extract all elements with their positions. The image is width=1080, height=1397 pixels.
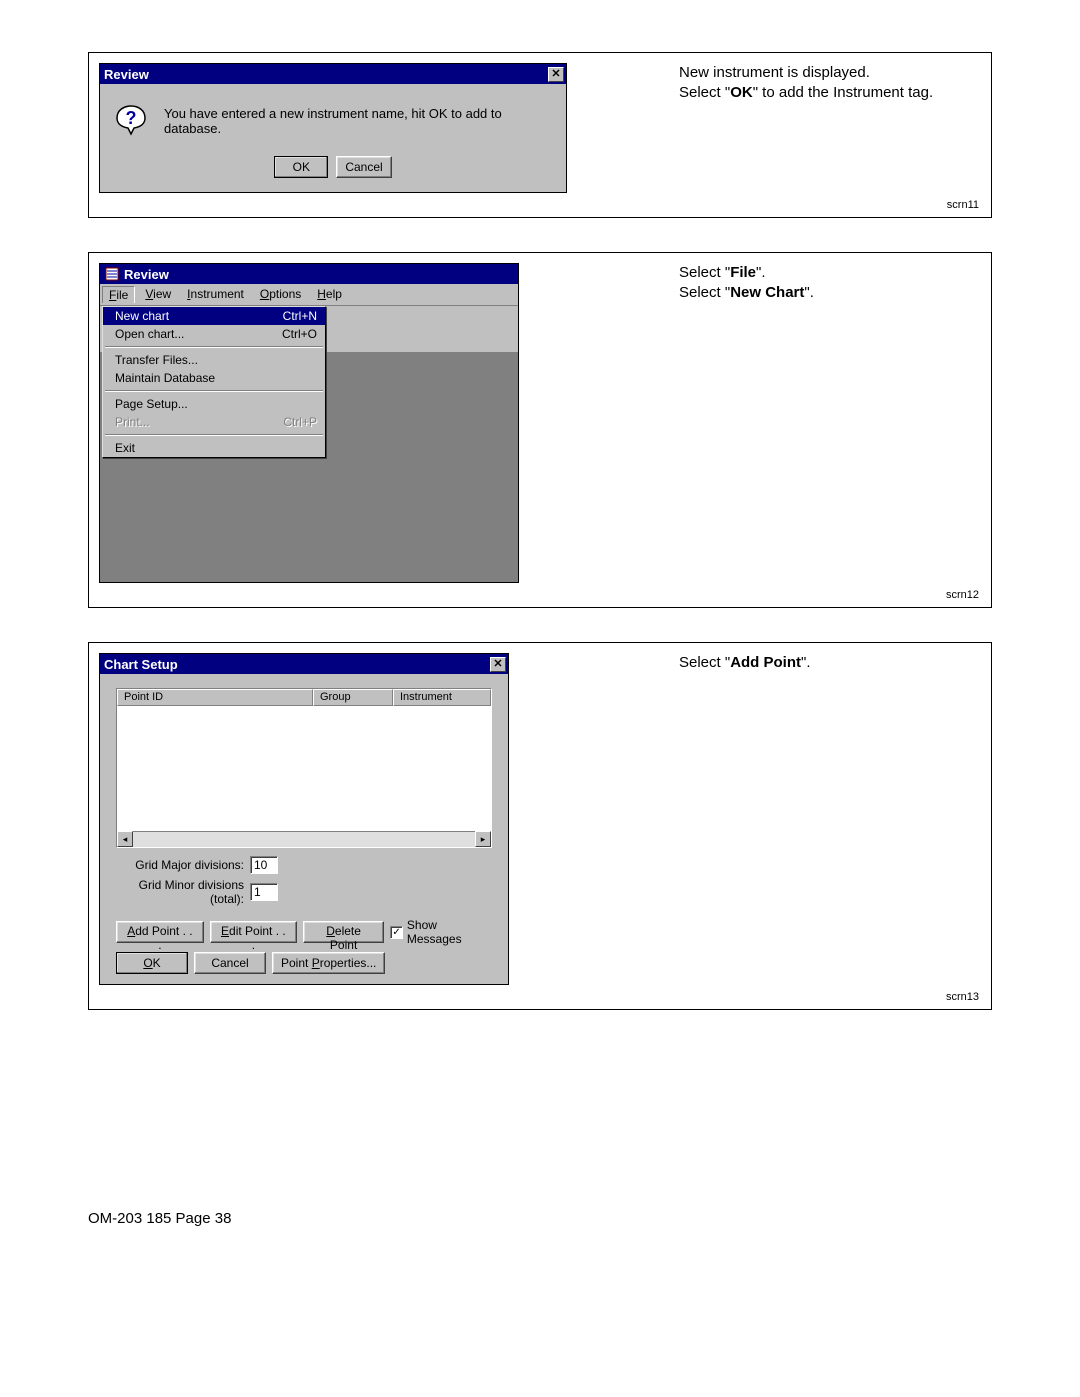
svg-text:?: ? <box>126 108 137 128</box>
menu-instrument[interactable]: Instrument <box>181 286 250 303</box>
menu-separator <box>105 390 323 392</box>
add-point-button[interactable]: Add Point . . . <box>116 921 204 943</box>
menuitem-print: Print... Ctrl+P <box>103 413 325 431</box>
menuitem-new-chart[interactable]: New chart Ctrl+N <box>103 307 325 325</box>
grid-minor-input[interactable] <box>250 883 278 901</box>
grid-major-input[interactable] <box>250 856 278 874</box>
col-instrument[interactable]: Instrument <box>393 689 491 706</box>
cancel-button[interactable]: Cancel <box>336 156 391 178</box>
panel-scrn13: Chart Setup ✕ Point ID Group Instrument … <box>88 642 992 1010</box>
grid-minor-label: Grid Minor divisions (total): <box>116 878 244 906</box>
menu-file[interactable]: File <box>102 286 135 303</box>
menu-separator <box>105 434 323 436</box>
menuitem-exit[interactable]: Exit <box>103 439 325 457</box>
title-text: Review <box>124 267 516 282</box>
screen-label: scrn13 <box>946 991 979 1003</box>
titlebar: Chart Setup ✕ <box>100 654 508 674</box>
title-text: Review <box>104 67 548 82</box>
titlebar: Review ✕ <box>100 64 566 84</box>
grid-major-label: Grid Major divisions: <box>116 858 244 872</box>
menuitem-maintain-database[interactable]: Maintain Database <box>103 369 325 387</box>
ok-button[interactable]: OK <box>116 952 188 974</box>
close-icon[interactable]: ✕ <box>548 67 564 82</box>
screen-label: scrn11 <box>947 199 979 211</box>
titlebar: Review <box>100 264 518 284</box>
file-menu-dropdown: New chart Ctrl+N Open chart... Ctrl+O Tr… <box>102 306 326 458</box>
menuitem-open-chart[interactable]: Open chart... Ctrl+O <box>103 325 325 343</box>
ok-button[interactable]: OK <box>274 156 328 178</box>
screen-label: scrn12 <box>946 589 979 601</box>
review-messagebox: Review ✕ ? You have entered a new instru… <box>99 63 567 193</box>
close-icon[interactable]: ✕ <box>490 657 506 672</box>
col-group[interactable]: Group <box>313 689 393 706</box>
question-icon: ? <box>114 104 148 138</box>
instruction-text: New instrument is displayed. Select "OK"… <box>669 63 981 193</box>
menuitem-transfer-files[interactable]: Transfer Files... <box>103 351 325 369</box>
point-properties-button[interactable]: Point Properties... <box>272 952 385 974</box>
col-point-id[interactable]: Point ID <box>117 689 313 706</box>
panel-scrn11: Review ✕ ? You have entered a new instru… <box>88 52 992 218</box>
menu-view[interactable]: View <box>139 286 177 303</box>
cancel-button[interactable]: Cancel <box>194 952 266 974</box>
message-text: You have entered a new instrument name, … <box>164 106 552 136</box>
menu-options[interactable]: Options <box>254 286 307 303</box>
h-scrollbar[interactable]: ◂ ▸ <box>117 831 491 847</box>
delete-point-button[interactable]: Delete Point <box>303 921 384 943</box>
title-text: Chart Setup <box>104 657 490 672</box>
scroll-left-icon[interactable]: ◂ <box>117 831 133 847</box>
panel-scrn12: Review File View Instrument Options Help… <box>88 252 992 608</box>
instruction-text: Select "Add Point". <box>669 653 981 985</box>
menu-separator <box>105 346 323 348</box>
page-footer: OM-203 185 Page 38 <box>88 1210 992 1227</box>
checkbox-icon: ✓ <box>390 926 403 939</box>
listview-header: Point ID Group Instrument <box>117 689 491 706</box>
scroll-right-icon[interactable]: ▸ <box>475 831 491 847</box>
show-messages-checkbox[interactable]: ✓ Show Messages <box>390 918 492 946</box>
edit-point-button[interactable]: Edit Point . . . <box>210 921 297 943</box>
menuitem-page-setup[interactable]: Page Setup... <box>103 395 325 413</box>
points-listview[interactable]: Point ID Group Instrument ◂ ▸ <box>116 688 492 848</box>
app-icon <box>104 266 120 282</box>
menu-help[interactable]: Help <box>311 286 348 303</box>
review-window: Review File View Instrument Options Help… <box>99 263 519 583</box>
instruction-text: Select "File". Select "New Chart". <box>669 263 981 583</box>
chart-setup-dialog: Chart Setup ✕ Point ID Group Instrument … <box>99 653 509 985</box>
listview-rows <box>117 706 491 831</box>
menubar: File View Instrument Options Help <box>100 284 518 306</box>
